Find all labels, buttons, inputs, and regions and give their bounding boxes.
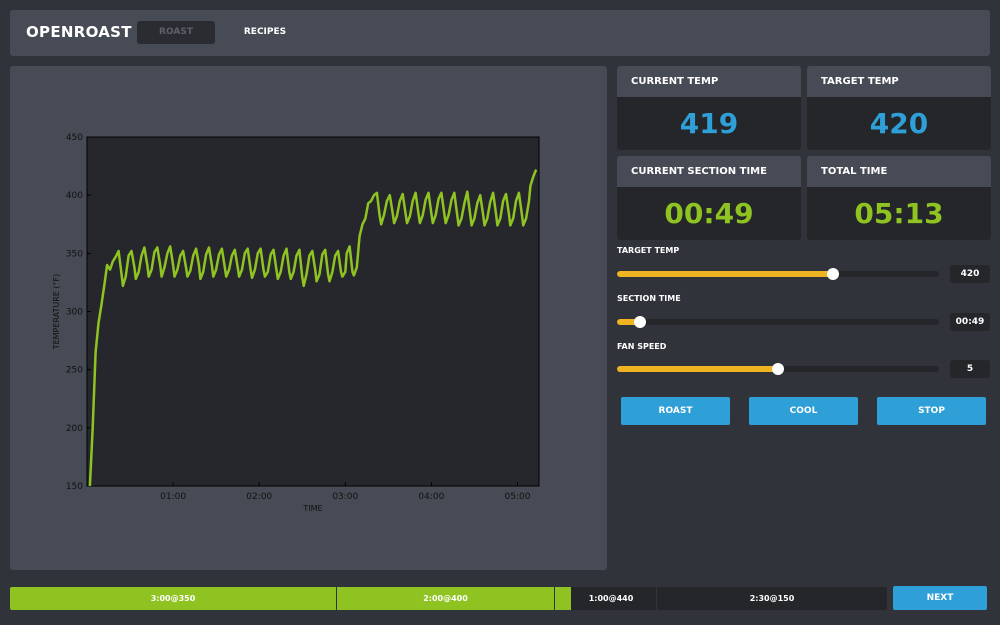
timeline-segment-1[interactable]: 3:00@350 (10, 587, 336, 610)
x-tick-label: 05:00 (505, 492, 531, 502)
current-temp-value: 419 (617, 97, 801, 150)
timeline-segment-2[interactable]: 2:00@400 (337, 587, 554, 610)
total-time-value: 05:13 (807, 187, 991, 240)
section-time-slider-handle[interactable] (633, 316, 646, 328)
total-time-card: TOTAL TIME 05:13 (807, 156, 991, 240)
target-temp-slider-value: 420 (950, 265, 990, 283)
roast-button[interactable]: ROAST (621, 397, 730, 425)
x-axis-label: TIME (302, 504, 322, 513)
target-temp-label: TARGET TEMP (807, 66, 991, 97)
target-temp-slider-handle[interactable] (826, 268, 839, 280)
top-bar: OPENROAST ROAST RECIPES (10, 10, 990, 56)
app-brand: OPENROAST (26, 23, 132, 41)
timeline-segment-4[interactable]: 2:30@150 (657, 587, 887, 610)
current-temp-card: CURRENT TEMP 419 (617, 66, 801, 150)
tab-roast[interactable]: ROAST (137, 21, 215, 44)
x-tick-label: 04:00 (418, 492, 444, 502)
target-temp-card: TARGET TEMP 420 (807, 66, 991, 150)
x-tick-label: 03:00 (332, 492, 358, 502)
fan-speed-slider-fill (617, 366, 778, 372)
section-time-slider-value: 00:49 (950, 313, 990, 331)
tab-recipes[interactable]: RECIPES (226, 21, 304, 44)
x-tick-label: 02:00 (246, 492, 272, 502)
fan-speed-slider[interactable] (617, 363, 939, 375)
current-section-time-value: 00:49 (617, 187, 801, 240)
y-tick-label: 200 (66, 424, 83, 434)
current-section-time-card: CURRENT SECTION TIME 00:49 (617, 156, 801, 240)
fan-speed-slider-label: FAN SPEED (617, 342, 667, 351)
target-temp-slider[interactable] (617, 268, 939, 280)
y-tick-label: 450 (66, 133, 83, 143)
y-tick-label: 250 (66, 366, 83, 376)
y-tick-label: 350 (66, 249, 83, 259)
plot-area (86, 136, 540, 487)
total-time-label: TOTAL TIME (807, 156, 991, 187)
y-tick-label: 300 (66, 308, 83, 318)
current-section-time-label: CURRENT SECTION TIME (617, 156, 801, 187)
fan-speed-slider-value: 5 (950, 360, 990, 378)
cool-button[interactable]: COOL (749, 397, 858, 425)
timeline-segment-3[interactable]: 1:00@440 (555, 587, 667, 610)
y-tick-label: 400 (66, 191, 83, 201)
fan-speed-slider-handle[interactable] (772, 363, 784, 375)
y-axis-label: TEMPERATURE (°F) (52, 274, 61, 351)
target-temp-slider-fill (617, 271, 833, 277)
section-time-slider[interactable] (617, 316, 939, 328)
temperature-chart: 150 200 250 300 350 400 450 01:00 02:00 03:00 04:… (52, 133, 540, 513)
current-temp-label: CURRENT TEMP (617, 66, 801, 97)
target-temp-slider-label: TARGET TEMP (617, 246, 680, 255)
stop-button[interactable]: STOP (877, 397, 986, 425)
recipe-timeline: 3:00@350 2:00@400 1:00@440 2:30@150 (10, 587, 887, 610)
temperature-chart-panel: 150 200 250 300 350 400 450 01:00 02:00 03:00 04:… (10, 66, 607, 570)
y-tick-label: 150 (66, 482, 83, 492)
x-tick-label: 01:00 (160, 492, 186, 502)
next-button[interactable]: NEXT (893, 586, 987, 610)
section-time-slider-label: SECTION TIME (617, 294, 681, 303)
target-temp-value: 420 (807, 97, 991, 150)
